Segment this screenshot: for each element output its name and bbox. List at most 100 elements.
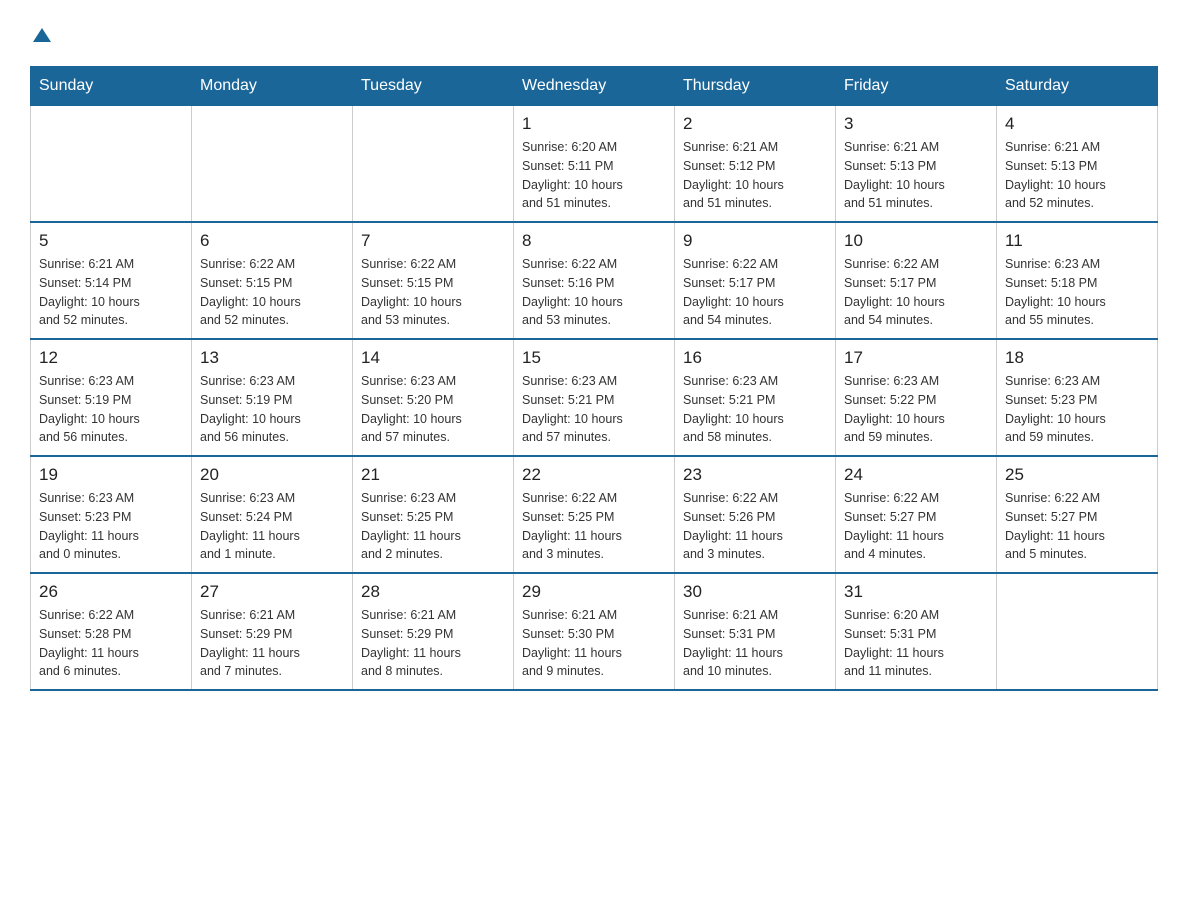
calendar-cell: 1Sunrise: 6:20 AM Sunset: 5:11 PM Daylig…	[514, 106, 675, 223]
day-info: Sunrise: 6:21 AM Sunset: 5:13 PM Dayligh…	[844, 138, 988, 213]
calendar-cell: 16 Sunrise: 6:23 AM Sunset: 5:21 PM Dayli…	[675, 339, 836, 456]
calendar-header: SundayMondayTuesdayWednesdayThursdayFrid…	[31, 67, 1158, 106]
day-number: 31	[844, 582, 988, 602]
day-info: Sunrise: 6:22 AM Sunset: 5:15 PM Dayligh…	[200, 255, 344, 330]
calendar-cell: 2 Sunrise: 6:21 AM Sunset: 5:12 PM Daylig…	[675, 106, 836, 223]
week-row-1: 1Sunrise: 6:20 AM Sunset: 5:11 PM Daylig…	[31, 106, 1158, 223]
day-number: 4	[1005, 114, 1149, 134]
day-info: Sunrise: 6:22 AM Sunset: 5:17 PM Dayligh…	[844, 255, 988, 330]
day-info: Sunrise: 6:22 AM Sunset: 5:27 PM Dayligh…	[844, 489, 988, 564]
calendar-cell: 6 Sunrise: 6:22 AM Sunset: 5:15 PM Daylig…	[192, 222, 353, 339]
day-info: Sunrise: 6:23 AM Sunset: 5:18 PM Dayligh…	[1005, 255, 1149, 330]
calendar-cell: 12 Sunrise: 6:23 AM Sunset: 5:19 PM Dayli…	[31, 339, 192, 456]
header-row: SundayMondayTuesdayWednesdayThursdayFrid…	[31, 67, 1158, 106]
day-number: 7	[361, 231, 505, 251]
calendar-cell: 23Sunrise: 6:22 AM Sunset: 5:26 PM Dayli…	[675, 456, 836, 573]
day-info: Sunrise: 6:21 AM Sunset: 5:30 PM Dayligh…	[522, 606, 666, 681]
day-number: 18	[1005, 348, 1149, 368]
calendar-cell: 28Sunrise: 6:21 AM Sunset: 5:29 PM Dayli…	[353, 573, 514, 690]
day-number: 9	[683, 231, 827, 251]
day-info: Sunrise: 6:23 AM Sunset: 5:24 PM Dayligh…	[200, 489, 344, 564]
calendar-cell	[31, 106, 192, 223]
week-row-5: 26 Sunrise: 6:22 AM Sunset: 5:28 PM Dayli…	[31, 573, 1158, 690]
day-info: Sunrise: 6:21 AM Sunset: 5:29 PM Dayligh…	[200, 606, 344, 681]
header-day-friday: Friday	[836, 67, 997, 106]
day-number: 19	[39, 465, 183, 485]
day-number: 14	[361, 348, 505, 368]
day-number: 24	[844, 465, 988, 485]
day-number: 1	[522, 114, 666, 134]
day-info: Sunrise: 6:20 AM Sunset: 5:31 PM Dayligh…	[844, 606, 988, 681]
day-number: 12	[39, 348, 183, 368]
day-info: Sunrise: 6:23 AM Sunset: 5:21 PM Dayligh…	[683, 372, 827, 447]
day-number: 16	[683, 348, 827, 368]
day-number: 25	[1005, 465, 1149, 485]
day-info: Sunrise: 6:21 AM Sunset: 5:13 PM Dayligh…	[1005, 138, 1149, 213]
calendar-cell: 26 Sunrise: 6:22 AM Sunset: 5:28 PM Dayli…	[31, 573, 192, 690]
day-number: 11	[1005, 231, 1149, 251]
day-info: Sunrise: 6:22 AM Sunset: 5:16 PM Dayligh…	[522, 255, 666, 330]
header-day-saturday: Saturday	[997, 67, 1158, 106]
calendar-cell: 18 Sunrise: 6:23 AM Sunset: 5:23 PM Dayli…	[997, 339, 1158, 456]
week-row-4: 19 Sunrise: 6:23 AM Sunset: 5:23 PM Dayli…	[31, 456, 1158, 573]
calendar-cell: 25 Sunrise: 6:22 AM Sunset: 5:27 PM Dayli…	[997, 456, 1158, 573]
calendar-cell: 21Sunrise: 6:23 AM Sunset: 5:25 PM Dayli…	[353, 456, 514, 573]
calendar-cell: 4 Sunrise: 6:21 AM Sunset: 5:13 PM Daylig…	[997, 106, 1158, 223]
day-info: Sunrise: 6:23 AM Sunset: 5:23 PM Dayligh…	[1005, 372, 1149, 447]
day-number: 15	[522, 348, 666, 368]
day-number: 13	[200, 348, 344, 368]
logo-triangle-icon	[31, 24, 53, 46]
calendar-cell: 13 Sunrise: 6:23 AM Sunset: 5:19 PM Dayli…	[192, 339, 353, 456]
header-day-thursday: Thursday	[675, 67, 836, 106]
day-info: Sunrise: 6:23 AM Sunset: 5:20 PM Dayligh…	[361, 372, 505, 447]
day-number: 26	[39, 582, 183, 602]
calendar-cell: 30Sunrise: 6:21 AM Sunset: 5:31 PM Dayli…	[675, 573, 836, 690]
day-number: 23	[683, 465, 827, 485]
header-day-tuesday: Tuesday	[353, 67, 514, 106]
header-day-sunday: Sunday	[31, 67, 192, 106]
day-info: Sunrise: 6:22 AM Sunset: 5:27 PM Dayligh…	[1005, 489, 1149, 564]
day-number: 17	[844, 348, 988, 368]
calendar-cell: 11 Sunrise: 6:23 AM Sunset: 5:18 PM Dayli…	[997, 222, 1158, 339]
day-info: Sunrise: 6:23 AM Sunset: 5:19 PM Dayligh…	[39, 372, 183, 447]
page-header	[30, 20, 1158, 46]
day-number: 29	[522, 582, 666, 602]
day-info: Sunrise: 6:22 AM Sunset: 5:25 PM Dayligh…	[522, 489, 666, 564]
calendar-cell	[353, 106, 514, 223]
calendar-cell: 9 Sunrise: 6:22 AM Sunset: 5:17 PM Daylig…	[675, 222, 836, 339]
calendar-cell: 8 Sunrise: 6:22 AM Sunset: 5:16 PM Daylig…	[514, 222, 675, 339]
calendar-table: SundayMondayTuesdayWednesdayThursdayFrid…	[30, 66, 1158, 691]
calendar-cell: 10Sunrise: 6:22 AM Sunset: 5:17 PM Dayli…	[836, 222, 997, 339]
logo	[30, 20, 53, 46]
day-number: 20	[200, 465, 344, 485]
day-number: 3	[844, 114, 988, 134]
day-number: 27	[200, 582, 344, 602]
day-number: 6	[200, 231, 344, 251]
day-info: Sunrise: 6:23 AM Sunset: 5:19 PM Dayligh…	[200, 372, 344, 447]
day-info: Sunrise: 6:23 AM Sunset: 5:23 PM Dayligh…	[39, 489, 183, 564]
day-number: 22	[522, 465, 666, 485]
day-info: Sunrise: 6:23 AM Sunset: 5:21 PM Dayligh…	[522, 372, 666, 447]
day-number: 30	[683, 582, 827, 602]
calendar-cell: 22 Sunrise: 6:22 AM Sunset: 5:25 PM Dayli…	[514, 456, 675, 573]
day-info: Sunrise: 6:21 AM Sunset: 5:12 PM Dayligh…	[683, 138, 827, 213]
calendar-cell: 24 Sunrise: 6:22 AM Sunset: 5:27 PM Dayli…	[836, 456, 997, 573]
header-day-monday: Monday	[192, 67, 353, 106]
calendar-cell: 29 Sunrise: 6:21 AM Sunset: 5:30 PM Dayli…	[514, 573, 675, 690]
day-number: 5	[39, 231, 183, 251]
calendar-cell: 7Sunrise: 6:22 AM Sunset: 5:15 PM Daylig…	[353, 222, 514, 339]
calendar-cell	[997, 573, 1158, 690]
day-number: 8	[522, 231, 666, 251]
calendar-cell: 19 Sunrise: 6:23 AM Sunset: 5:23 PM Dayli…	[31, 456, 192, 573]
calendar-body: 1Sunrise: 6:20 AM Sunset: 5:11 PM Daylig…	[31, 106, 1158, 691]
calendar-cell: 3 Sunrise: 6:21 AM Sunset: 5:13 PM Daylig…	[836, 106, 997, 223]
day-number: 2	[683, 114, 827, 134]
calendar-cell: 15 Sunrise: 6:23 AM Sunset: 5:21 PM Dayli…	[514, 339, 675, 456]
calendar-cell: 17Sunrise: 6:23 AM Sunset: 5:22 PM Dayli…	[836, 339, 997, 456]
day-info: Sunrise: 6:22 AM Sunset: 5:28 PM Dayligh…	[39, 606, 183, 681]
day-number: 21	[361, 465, 505, 485]
day-info: Sunrise: 6:22 AM Sunset: 5:17 PM Dayligh…	[683, 255, 827, 330]
calendar-cell: 14 Sunrise: 6:23 AM Sunset: 5:20 PM Dayli…	[353, 339, 514, 456]
day-number: 28	[361, 582, 505, 602]
calendar-cell: 5Sunrise: 6:21 AM Sunset: 5:14 PM Daylig…	[31, 222, 192, 339]
